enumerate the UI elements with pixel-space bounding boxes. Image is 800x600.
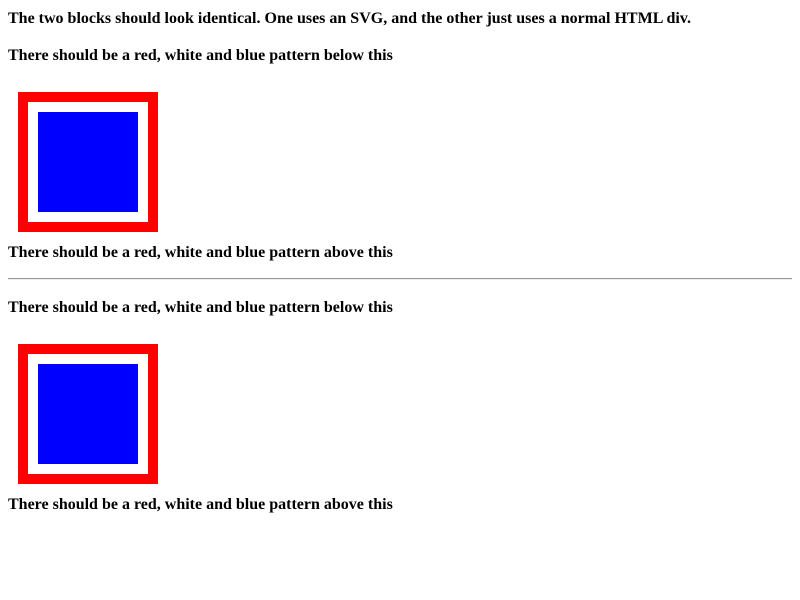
intro-text: The two blocks should look identical. On…	[8, 10, 691, 27]
pattern-label-below-this: There should be a red, white and blue pa…	[8, 299, 393, 316]
svg-blue-inner-square	[38, 112, 138, 212]
svg-pattern-block	[18, 92, 158, 232]
div-blue-inner-square	[38, 364, 138, 464]
horizontal-rule	[8, 278, 792, 280]
pattern-label-below-this: There should be a red, white and blue pa…	[8, 47, 393, 64]
pattern-label-above-this: There should be a red, white and blue pa…	[8, 244, 393, 261]
div-pattern-block	[18, 344, 158, 484]
pattern-label-above-this: There should be a red, white and blue pa…	[8, 496, 393, 513]
